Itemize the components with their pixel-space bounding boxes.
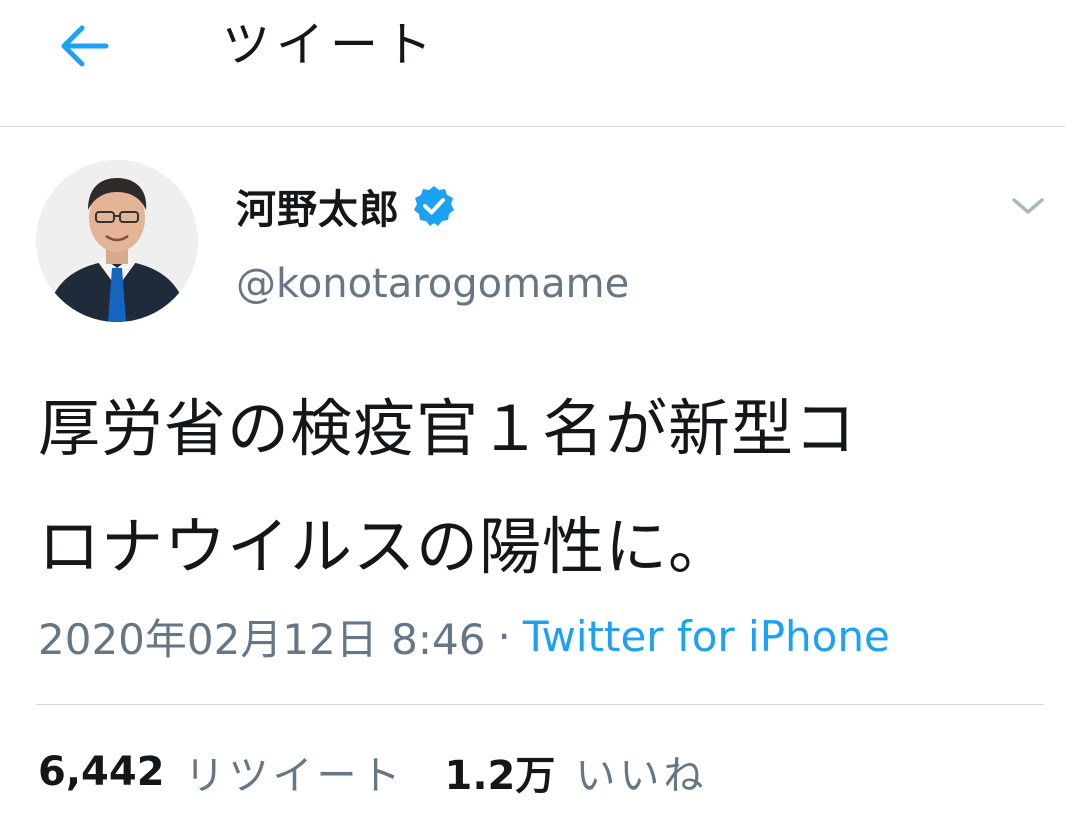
tweet-text-line: ロナウイルスの陽性に。 <box>38 510 732 583</box>
meta-divider <box>36 704 1044 705</box>
tweet-options-button[interactable] <box>1006 186 1050 226</box>
tweet-text-line: 厚労省の検疫官１名が新型コ <box>38 392 858 465</box>
tweet-stats: 6,442 リツイート 1.2万 いいね <box>38 742 707 802</box>
avatar-portrait-image <box>36 160 198 322</box>
like-count: 1.2万 <box>444 753 556 799</box>
author-avatar[interactable] <box>36 160 198 322</box>
meta-separator: · <box>497 611 511 661</box>
author-name[interactable]: 河野太郎 <box>236 177 400 235</box>
app-header: ツイート <box>0 0 1065 126</box>
retweet-count: 6,442 <box>38 749 165 795</box>
like-count-link[interactable]: 1.2万 いいね <box>445 743 708 801</box>
page-title: ツイート <box>222 17 439 73</box>
author-name-row[interactable]: 河野太郎 <box>236 178 456 234</box>
arrow-left-icon <box>61 25 109 67</box>
like-label: いいね <box>575 753 708 799</box>
tweet-meta: 2020年02月12日 8:46 · Twitter for iPhone <box>38 608 890 664</box>
verified-badge-icon <box>412 184 456 228</box>
retweet-label: リツイート <box>184 753 405 799</box>
tweet-timestamp: 2020年02月12日 8:46 <box>38 614 486 664</box>
retweet-count-link[interactable]: 6,442 リツイート <box>38 743 405 801</box>
chevron-down-icon <box>1012 198 1044 214</box>
tweet-text: 厚労省の検疫官１名が新型コ ロナウイルスの陽性に。 <box>38 370 1038 606</box>
back-button[interactable] <box>52 18 116 74</box>
author-handle[interactable]: @konotarogomame <box>236 258 629 310</box>
tweet-source-link[interactable]: Twitter for iPhone <box>523 612 890 661</box>
header-divider <box>0 126 1065 127</box>
